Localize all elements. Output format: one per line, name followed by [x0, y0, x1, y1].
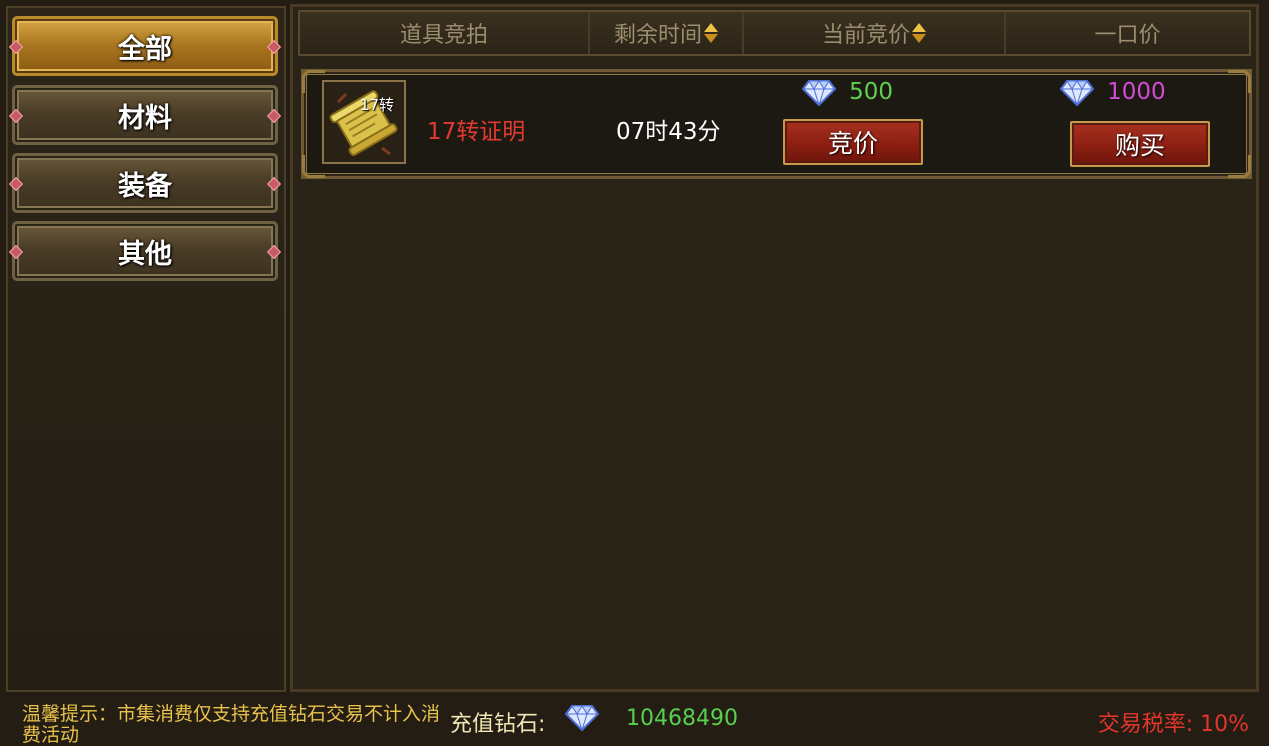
header-time-left[interactable]: 剩余时间: [590, 12, 744, 54]
item-level-tag: 17转: [359, 96, 394, 114]
category-label: 装备: [118, 170, 172, 202]
category-equipment-button[interactable]: 装备: [8, 153, 282, 213]
bid-button[interactable]: 竞价: [783, 119, 923, 165]
buy-button-label: 购买: [1114, 131, 1165, 160]
gem-ornament-icon: [8, 39, 24, 55]
balance-label: 充值钻石:: [450, 712, 546, 737]
category-sidebar: 全部 材料 装备 其他: [6, 6, 286, 692]
buyout-value: 1000: [1107, 79, 1166, 105]
gem-ornament-icon: [8, 244, 24, 260]
diamond-icon: [1060, 80, 1094, 106]
auction-panel: 道具竞拍 剩余时间 当前竞价 一口价 17转 17转证明 07时43分 500 …: [290, 4, 1259, 692]
tax-rate: 交易税率: 10%: [1097, 712, 1249, 737]
table-row[interactable]: 17转 17转证明 07时43分 500 竞价 1000 购买: [301, 69, 1252, 179]
bid-button-label: 竞价: [827, 129, 878, 158]
gem-ornament-icon: [8, 176, 24, 192]
category-all-button[interactable]: 全部: [8, 16, 282, 76]
frame-corner-ornament: [1228, 155, 1251, 178]
item-slot[interactable]: 17转: [322, 80, 406, 164]
buyout-price: 1000: [1060, 78, 1166, 106]
gem-ornament-icon: [266, 39, 282, 55]
buy-button[interactable]: 购买: [1070, 121, 1210, 167]
diamond-icon: [802, 80, 836, 106]
balance-value: 10468490: [626, 706, 738, 731]
header-current-bid-label: 当前竞价: [821, 23, 910, 48]
current-bid-price: 500: [802, 78, 893, 106]
header-current-bid[interactable]: 当前竞价: [744, 12, 1006, 54]
gem-ornament-icon: [266, 244, 282, 260]
header-buyout: 一口价: [1006, 12, 1249, 54]
category-label: 全部: [118, 33, 172, 65]
header-item: 道具竞拍: [300, 12, 590, 54]
time-left-value: 07时43分: [616, 119, 721, 145]
category-label: 材料: [118, 102, 172, 134]
frame-corner-ornament: [1228, 70, 1251, 93]
header-buyout-label: 一口价: [1094, 23, 1161, 48]
tip-text: 温馨提示：市集消费仅支持充值钻石交易不计入消费活动: [22, 703, 441, 746]
header-time-left-label: 剩余时间: [613, 23, 702, 48]
category-label: 其他: [118, 238, 172, 270]
gem-ornament-icon: [266, 176, 282, 192]
diamond-icon: [565, 705, 599, 731]
category-materials-button[interactable]: 材料: [8, 85, 282, 145]
sort-arrows-icon[interactable]: [912, 20, 926, 46]
sort-arrows-icon[interactable]: [704, 20, 718, 46]
item-name: 17转证明: [427, 119, 526, 145]
gem-ornament-icon: [266, 108, 282, 124]
category-other-button[interactable]: 其他: [8, 221, 282, 281]
table-header: 道具竞拍 剩余时间 当前竞价 一口价: [298, 10, 1251, 56]
gem-ornament-icon: [8, 108, 24, 124]
current-bid-value: 500: [849, 79, 893, 105]
footer-bar: 温馨提示：市集消费仅支持充值钻石交易不计入消费活动 充值钻石: 10468490…: [0, 692, 1269, 746]
header-item-label: 道具竞拍: [399, 23, 488, 48]
